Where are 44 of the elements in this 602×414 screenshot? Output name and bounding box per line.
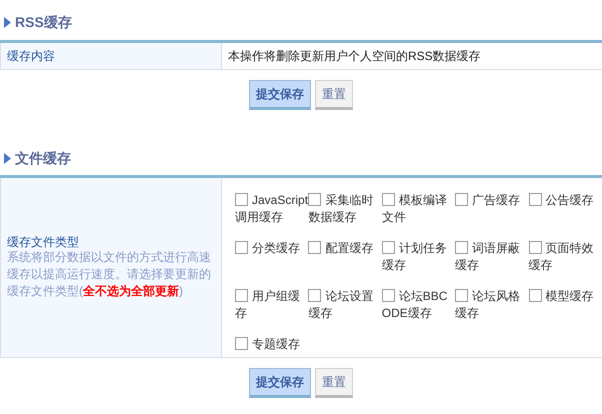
checkbox[interactable]: [308, 193, 322, 206]
checkbox-option[interactable]: 论坛设置缓存: [308, 288, 382, 322]
checkbox-option[interactable]: 计划任务缓存: [382, 240, 456, 274]
checkbox[interactable]: [455, 289, 468, 302]
checkbox-option[interactable]: 采集临时数据缓存: [308, 192, 382, 226]
checkbox[interactable]: [308, 289, 322, 302]
submit-button[interactable]: 提交保存: [249, 80, 311, 110]
triangle-icon: [4, 16, 11, 28]
checkbox[interactable]: [235, 289, 248, 302]
section-title: RSS缓存: [15, 12, 72, 32]
checkbox-option[interactable]: 广告缓存: [455, 192, 530, 226]
checkbox[interactable]: [235, 193, 248, 206]
checkbox-option[interactable]: 专题缓存: [235, 336, 309, 353]
row-value: 本操作将删除更新用户个人空间的RSS数据缓存: [222, 43, 602, 70]
reset-button[interactable]: 重置: [315, 80, 353, 110]
checkbox-option[interactable]: 用户组缓存: [235, 288, 309, 322]
field-label: 缓存文件类型: [7, 235, 80, 249]
checkbox-option[interactable]: 论坛BBCODE缓存: [382, 288, 456, 322]
submit-button[interactable]: 提交保存: [249, 368, 311, 398]
checkbox-option[interactable]: 配置缓存: [308, 240, 382, 274]
row-label: 缓存内容: [0, 43, 222, 70]
checkbox[interactable]: [235, 337, 248, 350]
field-description: 系统将部分数据以文件的方式进行高速缓存以提高运行速度。请选择要更新的缓存文件类型(全不选为全部更新): [7, 249, 212, 300]
checkbox[interactable]: [308, 241, 322, 254]
checkbox[interactable]: [382, 241, 395, 254]
triangle-icon: [4, 152, 11, 164]
checkbox-option[interactable]: 论坛风格缓存: [455, 288, 530, 322]
checkbox[interactable]: [455, 193, 468, 206]
checkbox-option[interactable]: 模型缓存: [528, 288, 602, 322]
checkbox[interactable]: [382, 289, 395, 302]
checkbox-option[interactable]: JavaScript调用缓存: [235, 192, 309, 226]
checkbox[interactable]: [528, 289, 542, 302]
checkbox[interactable]: [235, 241, 248, 254]
checkbox[interactable]: [455, 241, 468, 254]
section-title: 文件缓存: [15, 148, 71, 168]
checkbox-option[interactable]: 分类缓存: [235, 240, 309, 274]
checkbox-option[interactable]: 公告缓存: [528, 192, 602, 226]
checkbox[interactable]: [382, 193, 395, 206]
checkbox-option[interactable]: 词语屏蔽缓存: [455, 240, 530, 274]
checkbox[interactable]: [528, 241, 542, 254]
reset-button[interactable]: 重置: [315, 368, 353, 398]
checkbox-option[interactable]: 页面特效缓存: [528, 240, 602, 274]
checkbox[interactable]: [528, 193, 542, 206]
checkbox-option[interactable]: 模板编译文件: [382, 192, 456, 226]
